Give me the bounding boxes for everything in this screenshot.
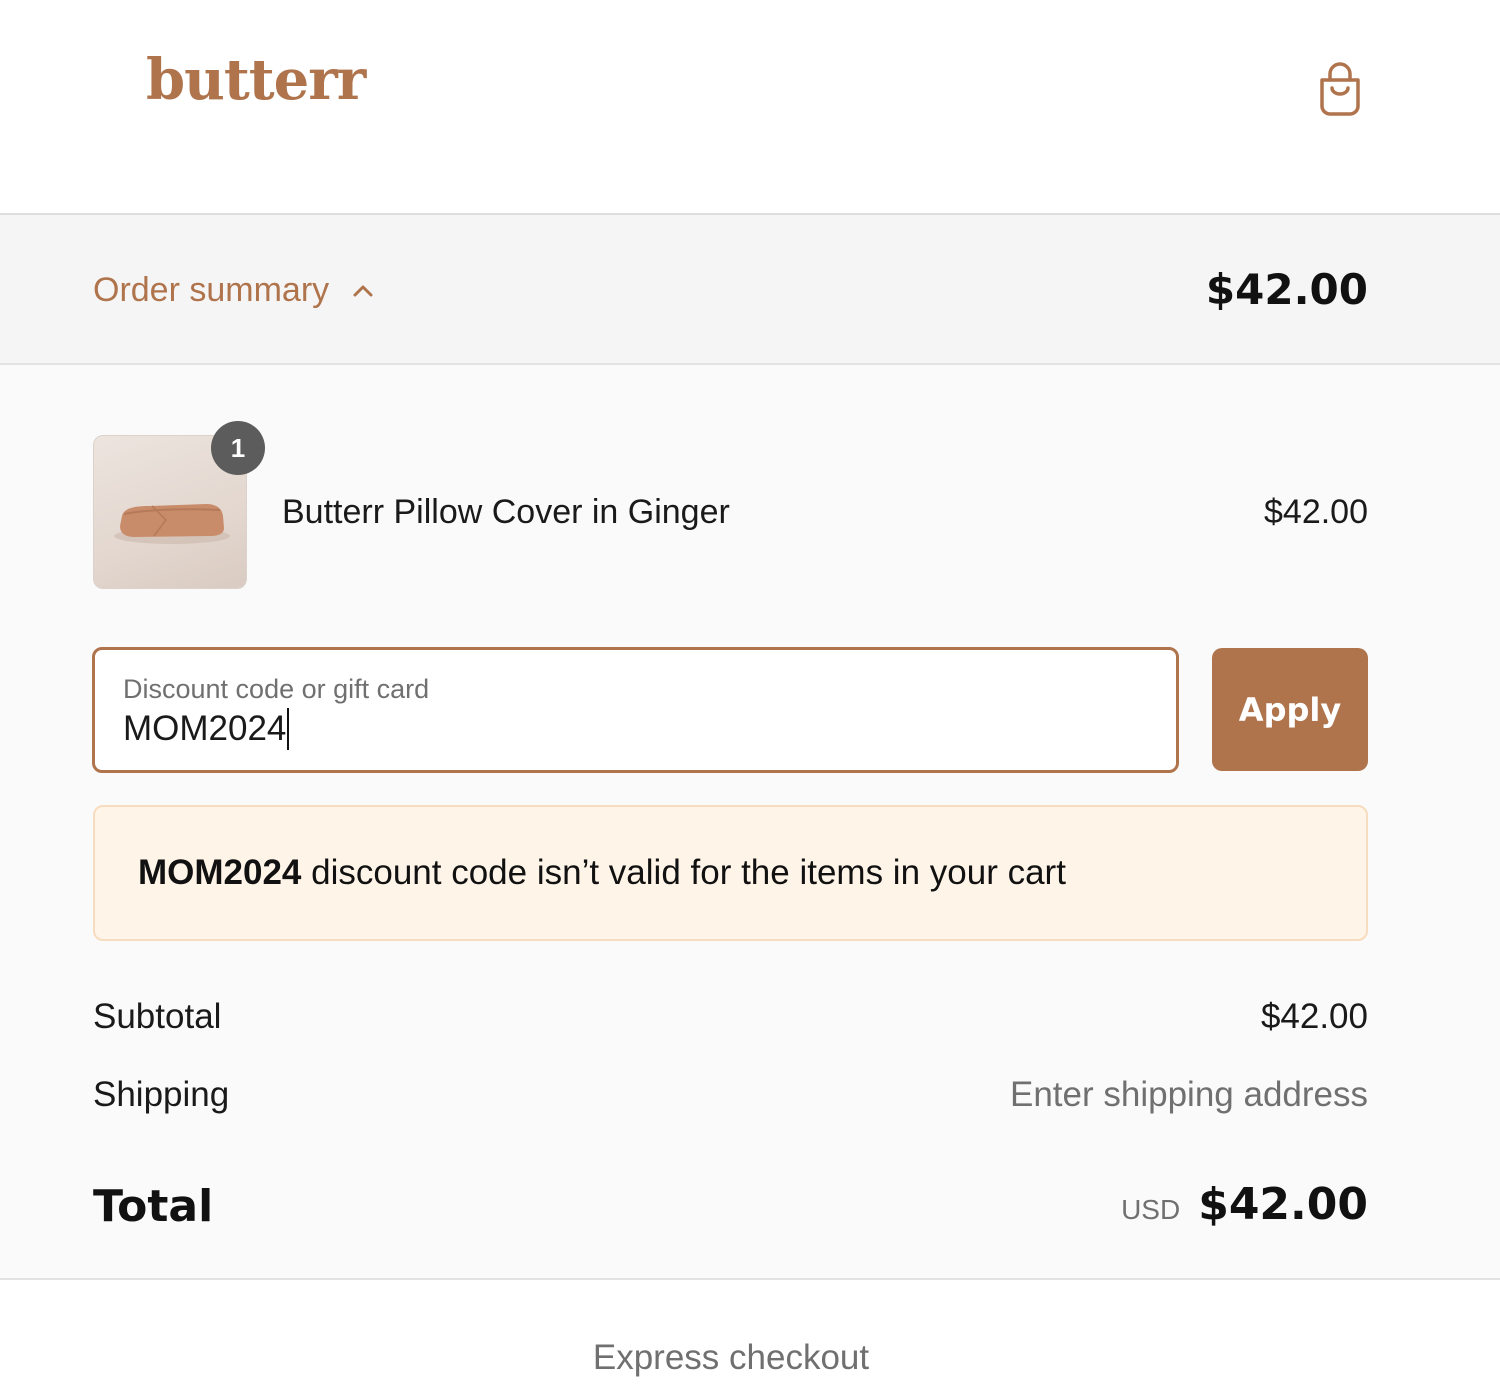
order-summary-panel: 1 Butterr Pillow Cover in Ginger $42.00 … <box>0 365 1500 1280</box>
discount-field-label: Discount code or gift card <box>123 674 430 704</box>
subtotal-label: Subtotal <box>93 997 222 1036</box>
discount-error-alert: MOM2024 discount code isn’t valid for th… <box>93 805 1368 941</box>
total-value: $42.00 <box>1198 1179 1368 1230</box>
product-price: $42.00 <box>1264 493 1368 531</box>
discount-code-field[interactable]: Discount code or gift card MOM2024 <box>92 647 1179 773</box>
order-summary-toggle[interactable]: Order summary <box>93 271 375 310</box>
discount-input[interactable]: MOM2024 <box>123 708 290 750</box>
total-amount: USD $42.00 <box>1121 1179 1368 1230</box>
order-summary-label: Order summary <box>93 271 330 309</box>
product-name: Butterr Pillow Cover in Ginger <box>282 493 730 531</box>
header: butterr <box>0 0 1500 213</box>
brand-logo[interactable]: butterr <box>146 52 366 108</box>
alert-message: discount code isn’t valid for the items … <box>301 853 1066 892</box>
express-checkout-heading: Express checkout <box>592 1338 870 1377</box>
shipping-value: Enter shipping address <box>1010 1075 1368 1114</box>
total-currency: USD <box>1121 1194 1181 1225</box>
subtotal-value: $42.00 <box>1260 997 1368 1036</box>
discount-input-value: MOM2024 <box>123 709 287 748</box>
order-summary-total: $42.00 <box>1205 265 1368 314</box>
text-cursor <box>287 708 290 750</box>
quantity-badge: 1 <box>211 421 265 475</box>
alert-text: MOM2024 discount code isn’t valid for th… <box>138 853 1066 893</box>
shopping-bag-icon[interactable] <box>1314 62 1366 118</box>
alert-code: MOM2024 <box>138 853 302 892</box>
order-summary-bar: Order summary $42.00 <box>0 213 1500 365</box>
apply-button[interactable]: Apply <box>1212 648 1368 771</box>
chevron-up-icon <box>351 283 375 299</box>
shipping-label: Shipping <box>93 1075 230 1114</box>
total-label: Total <box>93 1181 214 1232</box>
